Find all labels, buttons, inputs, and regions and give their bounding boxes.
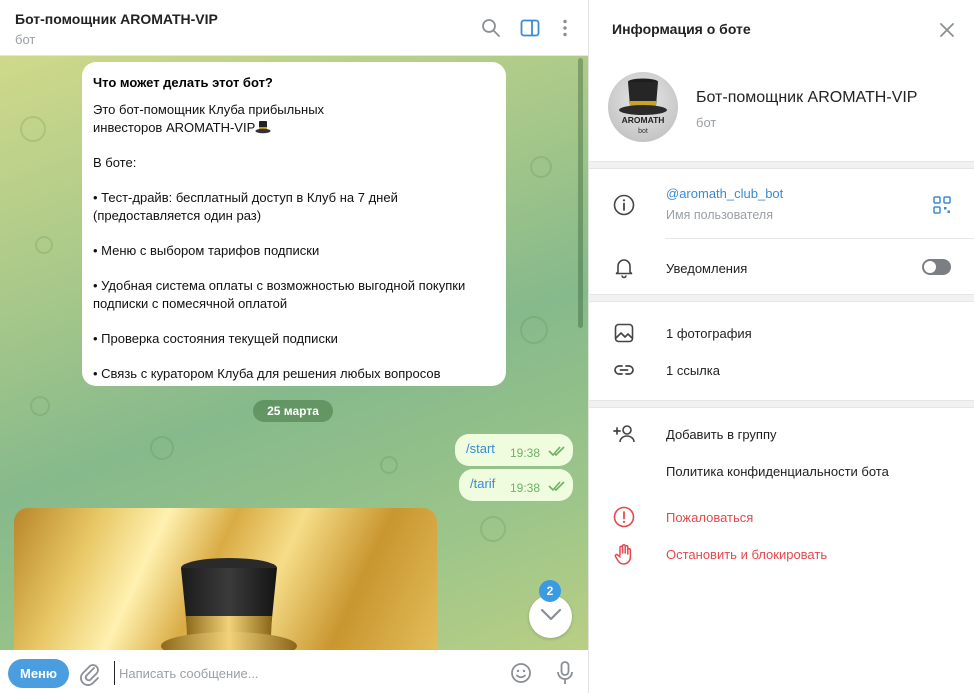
outgoing-message[interactable]: /start 19:38 <box>455 434 573 466</box>
privacy-policy-link[interactable]: Политика конфиденциальности бота <box>666 464 889 479</box>
message-time: 19:38 <box>510 446 541 460</box>
message-composer: Меню <box>0 650 588 693</box>
section-separator <box>589 400 974 408</box>
read-checkmarks-icon <box>548 446 565 457</box>
qr-code-icon[interactable] <box>932 195 952 215</box>
avatar-logo-text: AROMATH <box>622 115 665 125</box>
intro-line: (предоставляется один раз) <box>93 208 262 223</box>
section-separator <box>589 161 974 169</box>
emoji-icon[interactable] <box>509 661 533 685</box>
outgoing-message[interactable]: /tarif 19:38 <box>459 469 573 501</box>
top-hat-emoji-icon <box>255 121 271 134</box>
doodle-pattern <box>35 236 53 254</box>
intro-line: • Меню с выбором тарифов подписки <box>93 243 320 258</box>
unread-count-badge: 2 <box>539 580 561 602</box>
avatar-logo-subtext: bot <box>638 128 648 135</box>
sidebar-toggle-icon[interactable] <box>518 16 542 40</box>
section-separator <box>589 294 974 302</box>
chat-title[interactable]: Бот-помощник AROMATH-VIP <box>15 11 218 27</box>
intro-line: инвесторов AROMATH-VIP <box>93 120 256 135</box>
chat-scrollbar[interactable] <box>578 58 583 328</box>
photo-icon <box>614 323 634 343</box>
doodle-pattern <box>480 516 506 542</box>
chat-header[interactable]: Бот-помощник AROMATH-VIP бот <box>0 0 588 56</box>
microphone-icon[interactable] <box>553 660 577 686</box>
top-hat-illustration <box>161 558 297 650</box>
bot-name: Бот-помощник AROMATH-VIP <box>696 89 918 106</box>
bell-icon <box>615 259 633 279</box>
notifications-toggle[interactable] <box>922 259 951 275</box>
intro-line: Это бот-помощник Клуба прибыльных <box>93 102 325 117</box>
stop-and-block-button[interactable]: Остановить и блокировать <box>666 547 827 562</box>
bot-info-panel: Информация о боте AROMATH bot Бот-помощн… <box>589 0 974 693</box>
doodle-pattern <box>150 436 174 460</box>
avatar-hat-logo: AROMATH bot <box>619 78 667 135</box>
doodle-pattern <box>380 456 398 474</box>
doodle-pattern <box>30 396 50 416</box>
intro-title: Что может делать этот бот? <box>93 75 273 90</box>
attach-paperclip-icon[interactable] <box>79 662 101 686</box>
link-icon <box>614 365 634 375</box>
message-text[interactable]: /tarif <box>470 476 495 491</box>
chevron-down-icon <box>540 608 562 621</box>
date-separator: 25 марта <box>253 400 333 422</box>
report-icon <box>613 506 635 528</box>
intro-line: • Удобная система оплаты с возможностью … <box>93 278 466 293</box>
bot-intro-bubble[interactable]: Что может делать этот бот? Это бот-помощ… <box>82 62 506 386</box>
doodle-pattern <box>20 116 46 142</box>
more-vertical-icon[interactable] <box>553 16 577 40</box>
intro-line: подписки с помесячной оплатой <box>93 296 288 311</box>
bot-menu-button[interactable]: Меню <box>8 659 69 688</box>
doodle-pattern <box>530 156 552 178</box>
search-icon[interactable] <box>479 16 503 40</box>
close-icon[interactable] <box>938 21 956 39</box>
report-button[interactable]: Пожаловаться <box>666 510 753 525</box>
intro-line: • Тест-драйв: бесплатный доступ в Клуб н… <box>93 190 398 205</box>
chat-pane: Бот-помощник AROMATH-VIP бот Что может д… <box>0 0 588 693</box>
intro-line: • Связь с куратором Клуба для решения лю… <box>93 366 441 381</box>
message-input[interactable] <box>114 661 494 685</box>
add-to-group-button[interactable]: Добавить в группу <box>666 427 777 442</box>
message-time: 19:38 <box>510 481 541 495</box>
chat-background[interactable]: Что может делать этот бот? Это бот-помощ… <box>0 56 588 650</box>
info-panel-title: Информация о боте <box>612 21 751 37</box>
bot-type-label: бот <box>696 115 717 130</box>
hand-stop-icon <box>614 544 632 565</box>
row-divider <box>665 238 974 239</box>
doodle-pattern <box>520 316 548 344</box>
media-links-count[interactable]: 1 ссылка <box>666 363 720 378</box>
read-checkmarks-icon <box>548 481 565 492</box>
intro-line: В боте: <box>93 155 137 170</box>
notifications-label[interactable]: Уведомления <box>666 261 747 276</box>
intro-line-with-hat: инвесторов AROMATH-VIP <box>93 119 494 137</box>
media-photos-count[interactable]: 1 фотография <box>666 326 752 341</box>
username-caption: Имя пользователя <box>666 208 773 222</box>
chat-subtitle: бот <box>15 32 36 47</box>
message-text[interactable]: /start <box>466 441 495 456</box>
bot-username[interactable]: @aromath_club_bot <box>666 186 783 201</box>
add-user-icon <box>613 425 635 443</box>
gold-top-hat-image[interactable] <box>14 508 437 650</box>
info-icon <box>613 194 635 216</box>
intro-line: • Проверка состояния текущей подписки <box>93 331 338 346</box>
bot-avatar[interactable]: AROMATH bot <box>608 72 678 142</box>
